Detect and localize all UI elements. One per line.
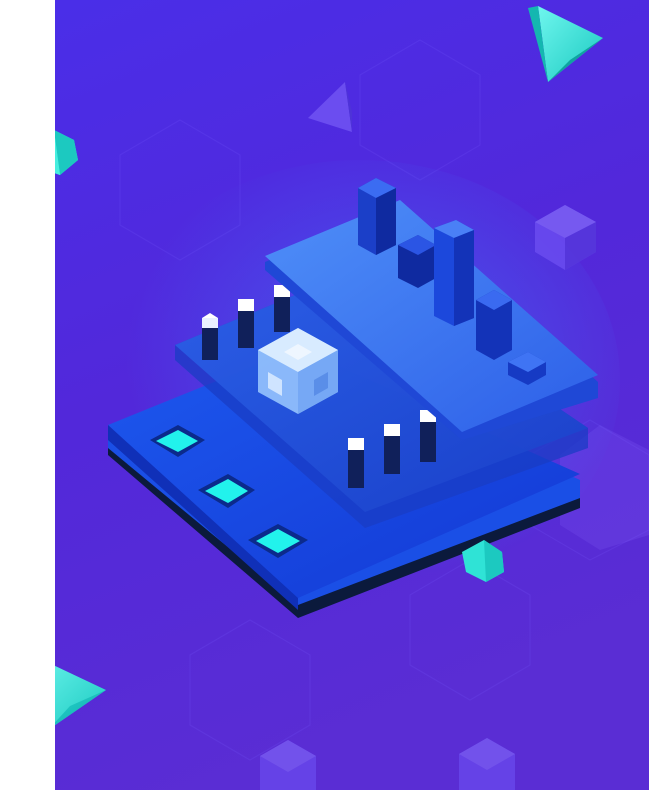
pillar-icon: [348, 438, 364, 488]
pillar-icon: [238, 299, 254, 348]
block: [398, 235, 436, 288]
block: [358, 178, 396, 255]
isometric-scene: [55, 0, 649, 790]
pillar-icon: [420, 410, 436, 462]
block: [434, 220, 474, 326]
block: [476, 290, 512, 360]
pillar-icon: [384, 424, 400, 474]
illustration-panel: [55, 0, 649, 790]
pillar-icon: [202, 313, 218, 360]
pillar-icon: [274, 285, 290, 332]
